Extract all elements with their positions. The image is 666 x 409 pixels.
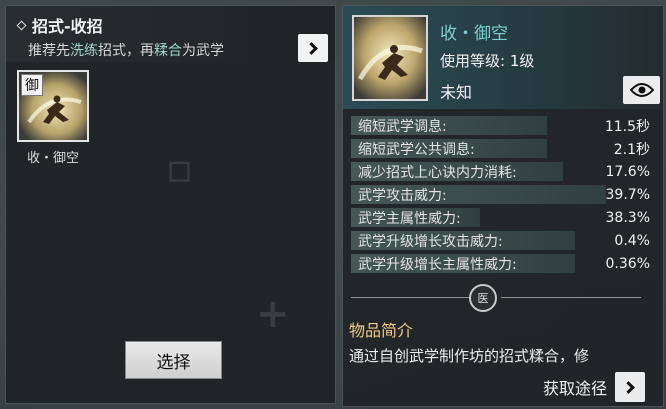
chevron-right-icon [621, 380, 635, 394]
hint-highlight-merge: 糅合 [154, 43, 182, 59]
description-text: 通过自创武学制作坊的招式糅合，修 [349, 347, 590, 365]
stat-label: 缩短武学调息: [358, 118, 447, 135]
slot-skill-name: 收・御空 [26, 151, 79, 166]
ghost-plus: + [256, 291, 290, 337]
chevron-right-icon [304, 41, 318, 55]
skill-slot[interactable]: 御 [17, 70, 89, 142]
panel-hint: 推荐先洗练招式，再糅合为武学 [28, 40, 224, 60]
skill-name: 收・御空 [440, 24, 508, 44]
martial-figure-icon [354, 17, 426, 99]
stat-label: 武学攻击威力: [358, 187, 447, 204]
acquire-source[interactable]: 获取途径 [543, 372, 646, 402]
diamond-icon [16, 20, 27, 30]
stat-value: 11.5秒 [604, 118, 650, 135]
divider-line-right [501, 297, 641, 298]
skill-icon [352, 15, 428, 101]
panel-title-text: 招式-收招 [32, 17, 103, 36]
hint-suffix: 为武学 [182, 43, 224, 59]
move-selection-panel: 招式-收招 推荐先洗练招式，再糅合为武学 御 收・御空 ▫ + 选择 [5, 5, 336, 404]
panel-title: 招式-收招 [16, 13, 103, 37]
section-divider: 医 [351, 284, 656, 312]
panel-header: 招式-收招 推荐先洗练招式，再糅合为武学 [6, 6, 335, 62]
stat-label: 武学主属性威力: [358, 210, 461, 227]
skill-level: 使用等级: 1级 [440, 52, 535, 70]
stat-value: 2.1秒 [613, 141, 650, 158]
stat-value: 17.6% [605, 163, 650, 180]
stat-value: 0.4% [614, 232, 650, 249]
medal-icon: 医 [469, 284, 497, 312]
stat-row: 武学升级增长主属性威力: 0.36% [351, 252, 658, 275]
hint-prefix: 推荐先 [28, 43, 70, 59]
ghost-slot: ▫ [166, 146, 194, 192]
preview-button[interactable] [623, 76, 660, 104]
eye-icon [629, 83, 654, 97]
divider-line-left [351, 297, 471, 298]
acquire-button[interactable] [615, 372, 646, 402]
stat-row: 武学升级增长攻击威力: 0.4% [351, 229, 658, 252]
skill-detail-panel: 收・御空 使用等级: 1级 未知 缩短武学调息: 11.5秒缩短武学公共调息: 2.… [342, 5, 664, 407]
slot-badge: 御 [21, 74, 43, 96]
stat-value: 38.3% [605, 209, 650, 226]
stat-row: 减少招式上心诀内力消耗: 17.6% [351, 160, 658, 183]
hint-next-button[interactable] [298, 34, 328, 62]
stat-label: 缩短武学公共调息: [358, 141, 475, 158]
stat-value: 39.7% [605, 186, 650, 203]
skill-state: 未知 [440, 83, 473, 102]
acquire-label: 获取途径 [543, 379, 608, 398]
stat-label: 武学升级增长攻击威力: [358, 233, 503, 250]
stat-row: 缩短武学公共调息: 2.1秒 [351, 137, 658, 160]
stat-label: 减少招式上心诀内力消耗: [358, 164, 517, 181]
description-title: 物品简介 [349, 321, 414, 340]
stat-row: 缩短武学调息: 11.5秒 [351, 114, 658, 137]
stat-row: 武学攻击威力: 39.7% [351, 183, 658, 206]
hint-middle: 招式，再 [98, 43, 154, 59]
detail-header: 收・御空 使用等级: 1级 未知 [343, 6, 663, 109]
hint-highlight-refine: 洗练 [70, 43, 98, 59]
stat-label: 武学升级增长主属性威力: [358, 256, 517, 273]
stat-value: 0.36% [605, 255, 650, 272]
select-button[interactable]: 选择 [125, 341, 222, 379]
stats-list: 缩短武学调息: 11.5秒缩短武学公共调息: 2.1秒减少招式上心诀内力消耗: 17.… [351, 114, 658, 275]
stat-row: 武学主属性威力: 38.3% [351, 206, 658, 229]
